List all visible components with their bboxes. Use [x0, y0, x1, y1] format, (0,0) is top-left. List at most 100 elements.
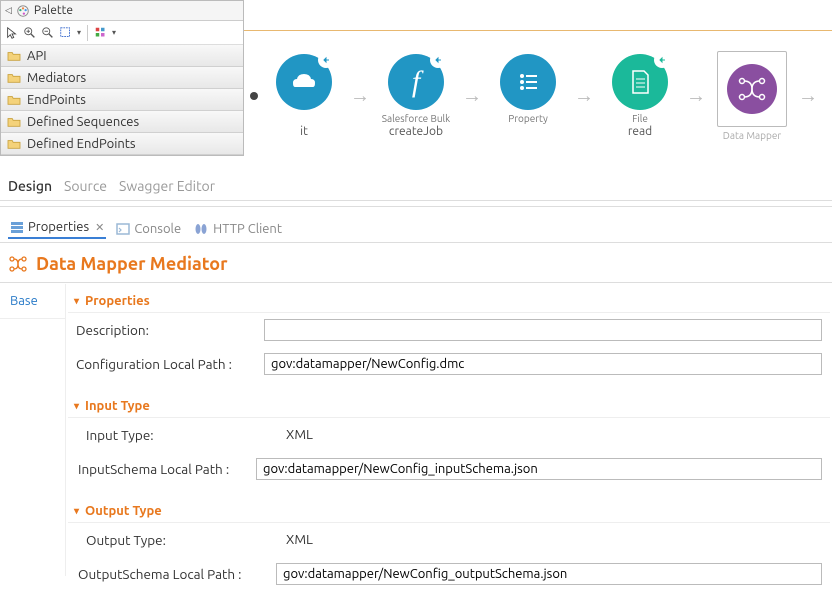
section-input-type[interactable]: ▾ Input Type [68, 391, 830, 418]
arrow-icon: → [574, 83, 594, 108]
flow-node-data-mapper[interactable]: Data Mapper [712, 51, 792, 141]
properties-content: ▾ Properties Description: Configuration … [66, 284, 832, 576]
label-description: Description: [76, 322, 258, 338]
section-label: Output Type [85, 504, 162, 518]
view-tab-label: HTTP Client [213, 222, 282, 236]
expand-icon: ▾ [74, 400, 79, 412]
label-output-schema: OutputSchema Local Path : [78, 566, 270, 582]
zoom-in-icon[interactable] [23, 26, 37, 40]
row-config-path: Configuration Local Path : [68, 347, 830, 381]
divider [0, 200, 832, 201]
folder-icon [7, 138, 21, 150]
node-selected-frame [717, 51, 787, 127]
pointer-icon[interactable] [5, 26, 19, 40]
tab-swagger[interactable]: Swagger Editor [119, 178, 215, 194]
connector-badge-icon [654, 52, 670, 68]
palette-icon [16, 4, 30, 18]
dropdown-arrow-icon[interactable]: ▾ [112, 28, 116, 37]
section-label: Properties [85, 294, 150, 308]
mapper-header-icon [8, 254, 28, 274]
input-output-schema[interactable] [276, 563, 822, 585]
expand-icon: ▾ [74, 295, 79, 307]
flow-node-createjob[interactable]: f Salesforce Bulk createJob [376, 54, 456, 138]
node-icon-mapper [727, 64, 777, 114]
marquee-icon[interactable] [59, 26, 73, 40]
folder-icon [7, 116, 21, 128]
node-sublabel: createJob [389, 125, 443, 138]
node-label: Property [508, 113, 548, 124]
http-icon [193, 222, 209, 236]
design-canvas[interactable]: Salesforce Bulk it → f Salesforce Bulk c… [244, 30, 832, 160]
label-output-type: Output Type: [86, 532, 274, 548]
collapse-left-icon[interactable]: ◁ [5, 5, 12, 16]
row-description: Description: [68, 313, 830, 347]
section-properties[interactable]: ▾ Properties [68, 286, 830, 313]
node-icon-f: f [388, 54, 444, 110]
section-output-type[interactable]: ▾ Output Type [68, 496, 830, 523]
section-label: Input Type [85, 399, 150, 413]
input-input-schema[interactable] [256, 458, 822, 480]
view-tab-http[interactable]: HTTP Client [191, 220, 284, 238]
palette-item-label: Defined Sequences [27, 115, 139, 129]
divider [0, 282, 832, 283]
node-label: Salesforce Bulk [382, 113, 450, 124]
palette-item-endpoints[interactable]: EndPoints [1, 89, 243, 111]
node-label: File [632, 113, 648, 124]
row-output-type: Output Type: XML [78, 523, 830, 557]
views-tabs: Properties ✕ Console HTTP Client [8, 218, 284, 239]
palette-item-mediators[interactable]: Mediators [1, 67, 243, 89]
view-tab-label: Console [134, 222, 181, 236]
row-input-type: Input Type: XML [78, 418, 830, 452]
palette-item-api[interactable]: API [1, 45, 243, 67]
tab-design[interactable]: Design [8, 178, 52, 194]
view-tab-console[interactable]: Console [114, 220, 183, 238]
value-output-type: XML [280, 529, 822, 551]
label-input-type: Input Type: [86, 427, 274, 443]
view-tab-label: Properties [28, 220, 89, 234]
flow-node-bulk[interactable]: Salesforce Bulk it [264, 54, 344, 138]
folder-icon [7, 94, 21, 106]
palette-item-defined-sequences[interactable]: Defined Sequences [1, 111, 243, 133]
node-sublabel: it [300, 125, 308, 138]
node-sublabel: read [628, 125, 652, 138]
row-input-schema: InputSchema Local Path : [78, 452, 830, 486]
flow-node-file-read[interactable]: File read [600, 54, 680, 138]
dropdown-arrow-icon[interactable]: ▾ [77, 28, 81, 37]
flow-node-property[interactable]: Property [488, 54, 568, 138]
palette-item-defined-endpoints[interactable]: Defined EndPoints [1, 133, 243, 155]
connector-badge-icon [318, 52, 334, 68]
folder-icon [7, 50, 21, 62]
palette-item-label: EndPoints [27, 93, 86, 107]
palette-tool-icon[interactable] [94, 26, 108, 40]
console-icon [116, 222, 130, 236]
node-sublabel [527, 125, 530, 138]
arrow-icon: → [686, 83, 706, 108]
input-config-path[interactable] [264, 353, 822, 375]
editor-tabs: Design Source Swagger Editor [8, 178, 215, 194]
flow: Salesforce Bulk it → f Salesforce Bulk c… [250, 51, 818, 141]
view-tab-properties[interactable]: Properties ✕ [8, 218, 106, 239]
expand-icon: ▾ [74, 505, 79, 517]
divider [0, 206, 832, 207]
node-icon-bulk [276, 54, 332, 110]
properties-body: Base ▾ Properties Description: Configura… [0, 284, 832, 576]
palette-item-label: API [27, 49, 47, 63]
value-input-type: XML [280, 424, 822, 446]
palette-item-label: Mediators [27, 71, 86, 85]
node-label: Data Mapper [723, 130, 781, 141]
arrow-icon: → [350, 83, 370, 108]
palette-toolbar: ▾ ▾ [1, 21, 243, 45]
toolbar-separator [87, 25, 88, 41]
properties-icon [10, 220, 24, 234]
palette-item-label: Defined EndPoints [27, 137, 136, 151]
nav-item-base[interactable]: Base [0, 284, 65, 319]
palette-header: ◁ Palette [1, 1, 243, 21]
input-description[interactable] [264, 319, 822, 341]
close-icon[interactable]: ✕ [95, 221, 104, 234]
connector-badge-icon [430, 52, 446, 68]
node-icon-property [500, 54, 556, 110]
zoom-out-icon[interactable] [41, 26, 55, 40]
properties-title: Data Mapper Mediator [36, 254, 227, 274]
tab-source[interactable]: Source [64, 178, 107, 194]
properties-header: Data Mapper Mediator [8, 254, 227, 274]
